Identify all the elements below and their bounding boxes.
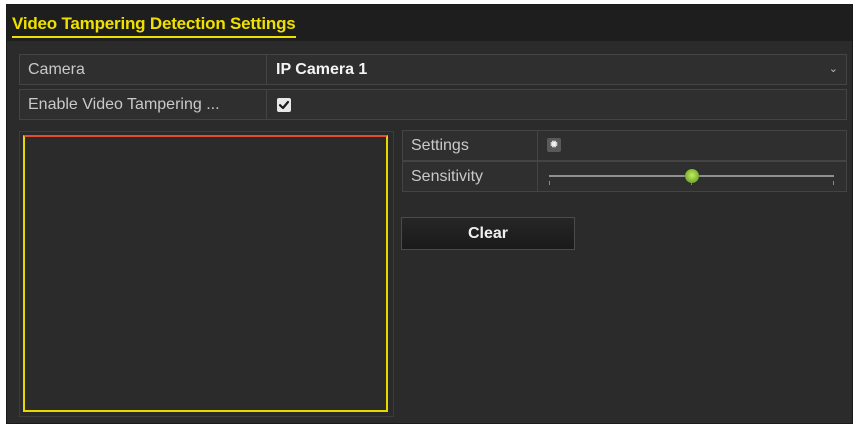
sensitivity-slider[interactable]: [549, 165, 834, 189]
title-bar: Video Tampering Detection Settings: [7, 5, 852, 41]
page-title: Video Tampering Detection Settings: [12, 14, 296, 38]
enable-tampering-label: Enable Video Tampering ...: [20, 90, 267, 119]
slider-tick: [549, 181, 550, 185]
clear-button[interactable]: Clear: [401, 217, 575, 250]
slider-thumb[interactable]: [684, 169, 699, 183]
chevron-down-icon[interactable]: ⌄: [829, 55, 838, 84]
enable-tampering-cell: [268, 90, 846, 119]
enable-tampering-checkbox[interactable]: [277, 98, 291, 112]
detection-region[interactable]: [23, 135, 388, 412]
camera-row: Camera IP Camera 1 ⌄: [19, 54, 847, 85]
slider-tick: [833, 181, 834, 185]
enable-tampering-row: Enable Video Tampering ...: [19, 89, 847, 120]
camera-select-value: IP Camera 1: [276, 61, 368, 78]
camera-select[interactable]: IP Camera 1 ⌄: [268, 55, 846, 84]
settings-row: Settings ✹: [402, 130, 847, 161]
video-preview: [19, 131, 394, 417]
sensitivity-label: Sensitivity: [403, 162, 538, 191]
sensitivity-row: Sensitivity: [402, 161, 847, 192]
settings-label: Settings: [403, 131, 538, 160]
gear-icon[interactable]: ✹: [547, 138, 561, 152]
camera-label: Camera: [20, 55, 267, 84]
tampering-settings-panel: Video Tampering Detection Settings Camer…: [6, 4, 853, 424]
checkmark-icon: [278, 100, 290, 110]
